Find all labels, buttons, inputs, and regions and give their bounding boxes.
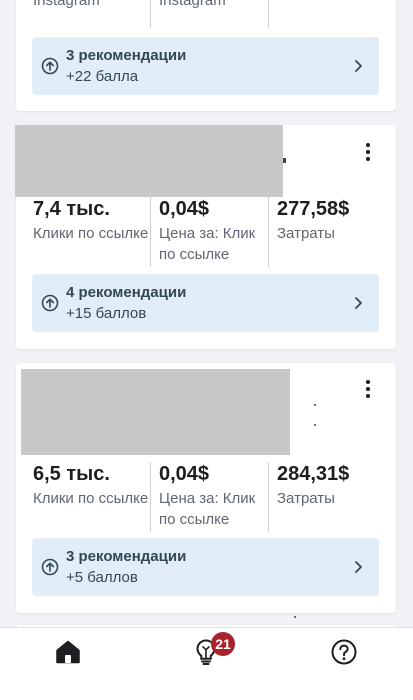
recommendations-button[interactable]: 3 рекомендации +5 баллов: [32, 538, 379, 596]
recommendations-points: +15 баллов: [66, 305, 147, 322]
chevron-right-icon: [355, 297, 362, 309]
arrow-up-circle-icon: [41, 294, 59, 312]
metric-label: профиля Instagram: [159, 0, 226, 9]
metric-label: Цена за: Клик по ссылке: [159, 225, 256, 263]
redacted-text-fragment: [283, 158, 286, 163]
more-options-button[interactable]: [358, 377, 378, 401]
nav-home[interactable]: [48, 632, 88, 672]
metric-value: 284,31$: [277, 463, 350, 485]
metrics-row: 6,5 тыс. Клики по ссылке 0,04$ Цена за: …: [32, 462, 380, 532]
recommendations-button[interactable]: 4 рекомендации +15 баллов: [32, 274, 379, 332]
recommendations-count: 3 рекомендации: [66, 548, 187, 565]
metric-link-clicks: 6,5 тыс. Клики по ссылке: [32, 462, 150, 532]
metric-value: 0,04$: [159, 198, 210, 220]
arrow-up-circle-icon: [41, 57, 59, 75]
metric-label: Instagram: [33, 0, 100, 9]
metric-cost-per-result: профиля Instagram: [150, 0, 268, 28]
metric-link-clicks: 7,4 тыс. Клики по ссылке: [32, 197, 150, 267]
metric-value: 7,4 тыс.: [33, 198, 110, 220]
recommendations-count: 4 рекомендации: [66, 284, 187, 301]
metric-cost-per-result: 0,04$ Цена за: Клик по ссылке: [150, 197, 268, 267]
bottom-nav: [0, 627, 413, 700]
metric-label: Клики по ссылке: [33, 225, 149, 242]
recommendations-points: +22 балла: [66, 68, 139, 85]
redacted-text-fragment: [314, 404, 316, 406]
recommendations-points: +5 баллов: [66, 569, 138, 586]
dot-icon: [366, 150, 370, 154]
dot-icon: [366, 157, 370, 161]
metric-spend: [268, 0, 386, 28]
metric-label: Клики по ссылке: [33, 490, 149, 507]
help-icon: [331, 639, 357, 665]
redacted-text-fragment: [294, 616, 296, 618]
metric-label: Затраты: [277, 225, 335, 242]
metric-value: 6,5 тыс.: [33, 463, 110, 485]
campaign-card: 6,5 тыс. Клики по ссылке 0,04$ Цена за: …: [16, 363, 396, 613]
dot-icon: [366, 380, 370, 384]
metric-link-clicks: Instagram: [32, 0, 150, 28]
more-options-button[interactable]: [358, 140, 378, 164]
dot-icon: [366, 394, 370, 398]
recommendations-count: 3 рекомендации: [66, 47, 187, 64]
metrics-row: Instagram профиля Instagram: [32, 0, 380, 28]
dot-icon: [366, 143, 370, 147]
recommendations-button[interactable]: 3 рекомендации +22 балла: [32, 37, 379, 95]
dot-icon: [366, 387, 370, 391]
chevron-right-icon: [355, 60, 362, 72]
notification-badge: 21: [211, 632, 235, 656]
home-icon: [56, 640, 80, 664]
metrics-row: 7,4 тыс. Клики по ссылке 0,04$ Цена за: …: [32, 197, 380, 267]
redacted-text-fragment: [314, 424, 316, 426]
metric-value: 277,58$: [277, 198, 350, 220]
metric-spend: 284,31$ Затраты: [268, 462, 386, 532]
arrow-up-circle-icon: [41, 558, 59, 576]
metric-cost-per-result: 0,04$ Цена за: Клик по ссылке: [150, 462, 268, 532]
redacted-ad-preview: [15, 125, 283, 197]
chevron-right-icon: [355, 561, 362, 573]
metric-label: Затраты: [277, 490, 335, 507]
metric-spend: 277,58$ Затраты: [268, 197, 386, 267]
campaign-card: 7,4 тыс. Клики по ссылке 0,04$ Цена за: …: [15, 125, 396, 349]
nav-help[interactable]: [324, 632, 364, 672]
metric-label: Цена за: Клик по ссылке: [159, 490, 256, 528]
campaign-card: Instagram профиля Instagram 3 рекомендац…: [16, 0, 396, 111]
metric-value: 0,04$: [159, 463, 210, 485]
redacted-ad-preview: [21, 369, 290, 455]
